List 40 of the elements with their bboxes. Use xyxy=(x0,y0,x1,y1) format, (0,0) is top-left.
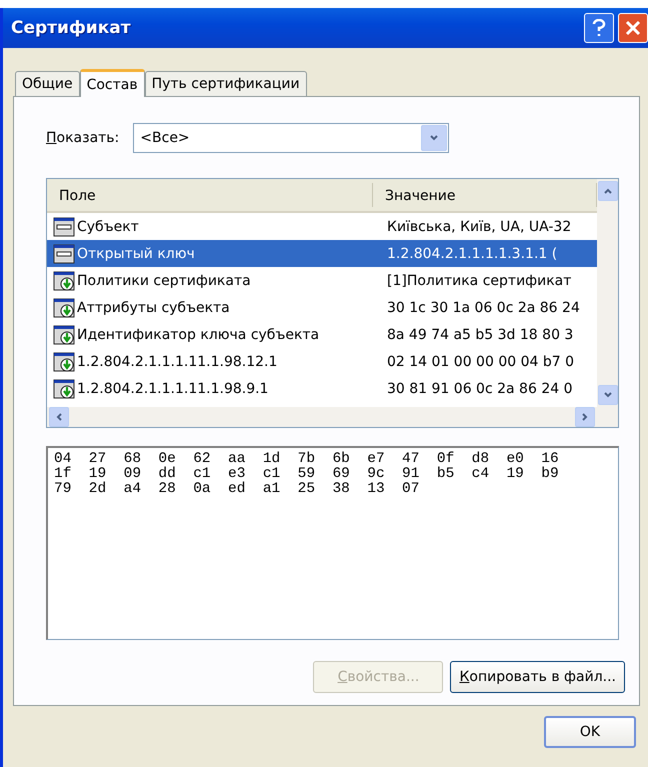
field-value: Київська, Київ, UA, UA-32 xyxy=(386,218,572,234)
field-value: 8a 49 74 a5 b5 3d 18 80 3 xyxy=(386,326,574,342)
help-button[interactable] xyxy=(584,13,614,43)
extension-field-icon xyxy=(53,298,75,318)
field-value: 30 81 91 06 0c 2a 86 24 0 xyxy=(386,380,574,396)
tab[interactable]: Состав xyxy=(80,69,145,97)
close-button[interactable] xyxy=(618,13,648,43)
show-dropdown[interactable]: <Все> xyxy=(133,123,450,153)
certificate-field-icon xyxy=(53,244,75,264)
field-name: 1.2.804.2.1.1.1.11.1.98.9.1 xyxy=(77,380,268,396)
action-button[interactable]: Копировать в файл... xyxy=(450,661,625,693)
field-name: Открытый ключ xyxy=(77,246,195,262)
extension-field-icon xyxy=(53,270,75,290)
certificate-field-icon xyxy=(53,216,75,236)
show-label: Показать: xyxy=(46,130,120,146)
field-name: Аттрибуты субъекта xyxy=(77,300,230,316)
extension-field-icon xyxy=(53,378,75,398)
field-value: 02 14 01 00 00 00 04 b7 0 xyxy=(386,354,576,370)
field-value: 1.2.804.2.1.1.1.1.3.1.1 ( xyxy=(386,246,558,262)
field-name: Субъект xyxy=(77,218,139,234)
tab[interactable]: Путь сертификации xyxy=(144,71,307,96)
field-name: 1.2.804.2.1.1.1.11.1.98.12.1 xyxy=(77,354,278,370)
field-value: [1]Политика сертификат xyxy=(386,272,572,288)
column-header[interactable]: Поле xyxy=(47,183,373,207)
scroll-left-icon[interactable] xyxy=(49,407,69,427)
field-value: 30 1c 30 1a 06 0c 2a 86 24 xyxy=(386,300,581,316)
field-name: Политики сертификата xyxy=(77,272,251,288)
tab[interactable]: Общие xyxy=(15,71,80,96)
question-mark-icon xyxy=(592,19,606,37)
scroll-up-icon[interactable] xyxy=(598,181,618,201)
scroll-right-icon[interactable] xyxy=(575,407,595,427)
close-icon xyxy=(625,20,641,36)
extension-field-icon xyxy=(53,324,75,344)
scroll-down-icon[interactable] xyxy=(598,385,618,405)
field-name: Идентификатор ключа субъекта xyxy=(77,326,320,342)
extension-field-icon xyxy=(53,352,75,372)
ok-button[interactable]: OK xyxy=(544,716,636,748)
window-title: Сертификат xyxy=(11,18,132,38)
list-row[interactable]: Открытый ключ 1.2.804.2.1.1.1.1.3.1.1 ( xyxy=(47,240,597,267)
value-details-field[interactable]: 04 27 68 0e 62 aa 1d 7b 6b e7 47 0f d8 e0 16 1f 19 09 dd c1 e3 c1 59 69 9c 91 b5 c4 19 b9 79 2d a4 28 0a ed a1 25 38 13 07 xyxy=(46,446,619,640)
